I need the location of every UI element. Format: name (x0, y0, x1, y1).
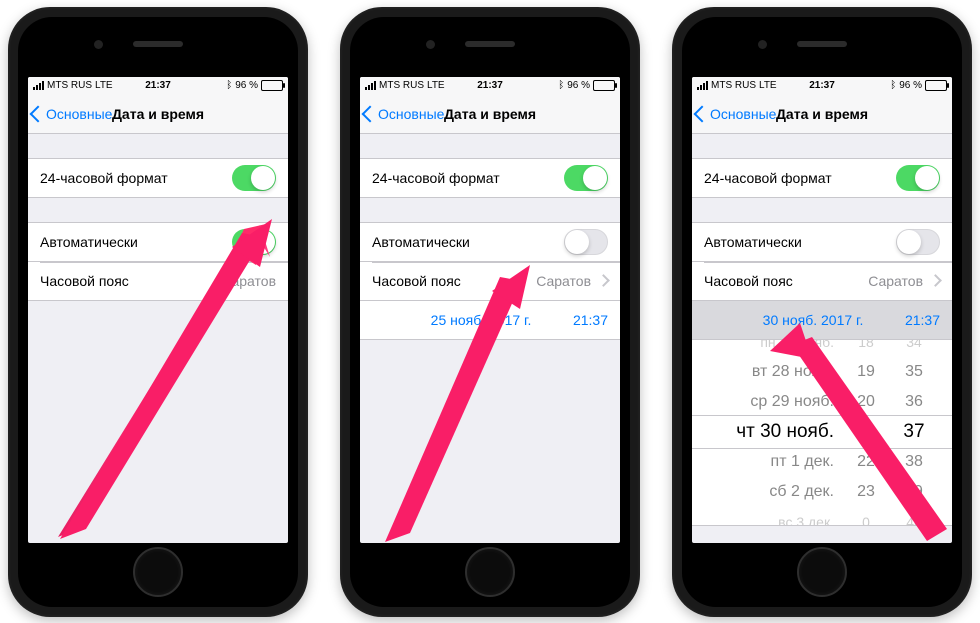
picker-col-minute[interactable]: 34 35 36 37 38 39 40 (890, 340, 938, 525)
chevron-left-icon (30, 105, 47, 122)
battery-icon (261, 80, 283, 91)
chevron-right-icon (929, 274, 942, 287)
setting-24h-format: 24-часовой формат (692, 158, 952, 198)
cell-label: Часовой пояс (372, 273, 536, 289)
network-label: LTE (427, 80, 445, 91)
screen: MTS RUS LTE 21:37 ᛒ 96 % Основные Дата и… (360, 77, 620, 543)
home-button[interactable] (797, 547, 847, 597)
carrier-label: MTS RUS (47, 80, 92, 91)
page-title: Дата и время (444, 106, 536, 122)
battery-percent: 96 % (567, 80, 590, 91)
cell-label: 24-часовой формат (40, 170, 232, 186)
switch-24h[interactable] (896, 165, 940, 191)
signal-icon (365, 81, 376, 90)
nav-bar: Основные Дата и время (692, 95, 952, 134)
status-bar: MTS RUS LTE 21:37 ᛒ 96 % (28, 77, 288, 95)
back-label: Основные (378, 106, 444, 122)
setting-timezone[interactable]: Часовой пояс Саратов (692, 262, 952, 301)
timezone-value: Саратов (536, 273, 591, 289)
setting-timezone[interactable]: Часовой пояс Саратов (28, 262, 288, 301)
bluetooth-icon: ᛒ (558, 80, 564, 91)
home-button[interactable] (133, 547, 183, 597)
page-title: Дата и время (776, 106, 868, 122)
back-button[interactable]: Основные (692, 106, 776, 122)
cell-label: Автоматически (372, 234, 564, 250)
picker-col-hour[interactable]: 18 19 20 21 22 23 0 (842, 340, 890, 525)
bluetooth-icon: ᛒ (226, 80, 232, 91)
signal-icon (33, 81, 44, 90)
status-time: 21:37 (145, 80, 171, 91)
back-button[interactable]: Основные (28, 106, 112, 122)
nav-bar: Основные Дата и время (360, 95, 620, 134)
cell-label: Автоматически (40, 234, 232, 250)
setting-timezone[interactable]: Часовой пояс Саратов (360, 262, 620, 301)
carrier-label: MTS RUS (711, 80, 756, 91)
date-time-row[interactable]: 25 нояб. 2017 г. 21:37 (360, 301, 620, 340)
switch-automatic[interactable] (564, 229, 608, 255)
cell-label: Автоматически (704, 234, 896, 250)
timezone-value: Саратов (868, 273, 923, 289)
battery-percent: 96 % (235, 80, 258, 91)
date-time-picker[interactable]: пн 27 нояб. вт 28 нояб. ср 29 нояб. чт 3… (692, 340, 952, 526)
phone-frame: MTS RUS LTE 21:37 ᛒ 96 % Основные Дата и… (8, 7, 308, 617)
back-label: Основные (710, 106, 776, 122)
selected-date: 25 нояб. 2017 г. (372, 312, 560, 328)
switch-24h[interactable] (564, 165, 608, 191)
status-bar: MTS RUS LTE 21:37 ᛒ 96 % (360, 77, 620, 95)
status-time: 21:37 (477, 80, 503, 91)
chevron-right-icon (597, 274, 610, 287)
cell-label: 24-часовой формат (704, 170, 896, 186)
switch-automatic[interactable] (896, 229, 940, 255)
phone-frame: MTS RUS LTE 21:37 ᛒ 96 % Основные Дата и… (672, 7, 972, 617)
chevron-left-icon (694, 105, 711, 122)
selected-date: 30 нояб. 2017 г. (704, 312, 892, 328)
cell-label: Часовой пояс (704, 273, 868, 289)
selected-time: 21:37 (560, 312, 608, 328)
setting-24h-format: 24-часовой формат (360, 158, 620, 198)
date-time-row[interactable]: 30 нояб. 2017 г. 21:37 (692, 301, 952, 340)
setting-24h-format: 24-часовой формат (28, 158, 288, 198)
page-title: Дата и время (112, 106, 204, 122)
bluetooth-icon: ᛒ (890, 80, 896, 91)
signal-icon (697, 81, 708, 90)
network-label: LTE (95, 80, 113, 91)
picker-col-date[interactable]: пн 27 нояб. вт 28 нояб. ср 29 нояб. чт 3… (692, 340, 842, 525)
status-bar: MTS RUS LTE 21:37 ᛒ 96 % (692, 77, 952, 95)
cell-label: Часовой пояс (40, 273, 221, 289)
setting-automatic: Автоматически (692, 222, 952, 262)
status-time: 21:37 (809, 80, 835, 91)
switch-24h[interactable] (232, 165, 276, 191)
carrier-label: MTS RUS (379, 80, 424, 91)
switch-automatic[interactable] (232, 229, 276, 255)
cell-label: 24-часовой формат (372, 170, 564, 186)
chevron-left-icon (362, 105, 379, 122)
screen: MTS RUS LTE 21:37 ᛒ 96 % Основные Дата и… (692, 77, 952, 543)
selected-time: 21:37 (892, 312, 940, 328)
battery-icon (593, 80, 615, 91)
phone-frame: MTS RUS LTE 21:37 ᛒ 96 % Основные Дата и… (340, 7, 640, 617)
back-button[interactable]: Основные (360, 106, 444, 122)
battery-percent: 96 % (899, 80, 922, 91)
home-button[interactable] (465, 547, 515, 597)
battery-icon (925, 80, 947, 91)
nav-bar: Основные Дата и время (28, 95, 288, 134)
screen: MTS RUS LTE 21:37 ᛒ 96 % Основные Дата и… (28, 77, 288, 543)
timezone-value: Саратов (221, 273, 276, 289)
setting-automatic: Автоматически (28, 222, 288, 262)
back-label: Основные (46, 106, 112, 122)
setting-automatic: Автоматически (360, 222, 620, 262)
network-label: LTE (759, 80, 777, 91)
